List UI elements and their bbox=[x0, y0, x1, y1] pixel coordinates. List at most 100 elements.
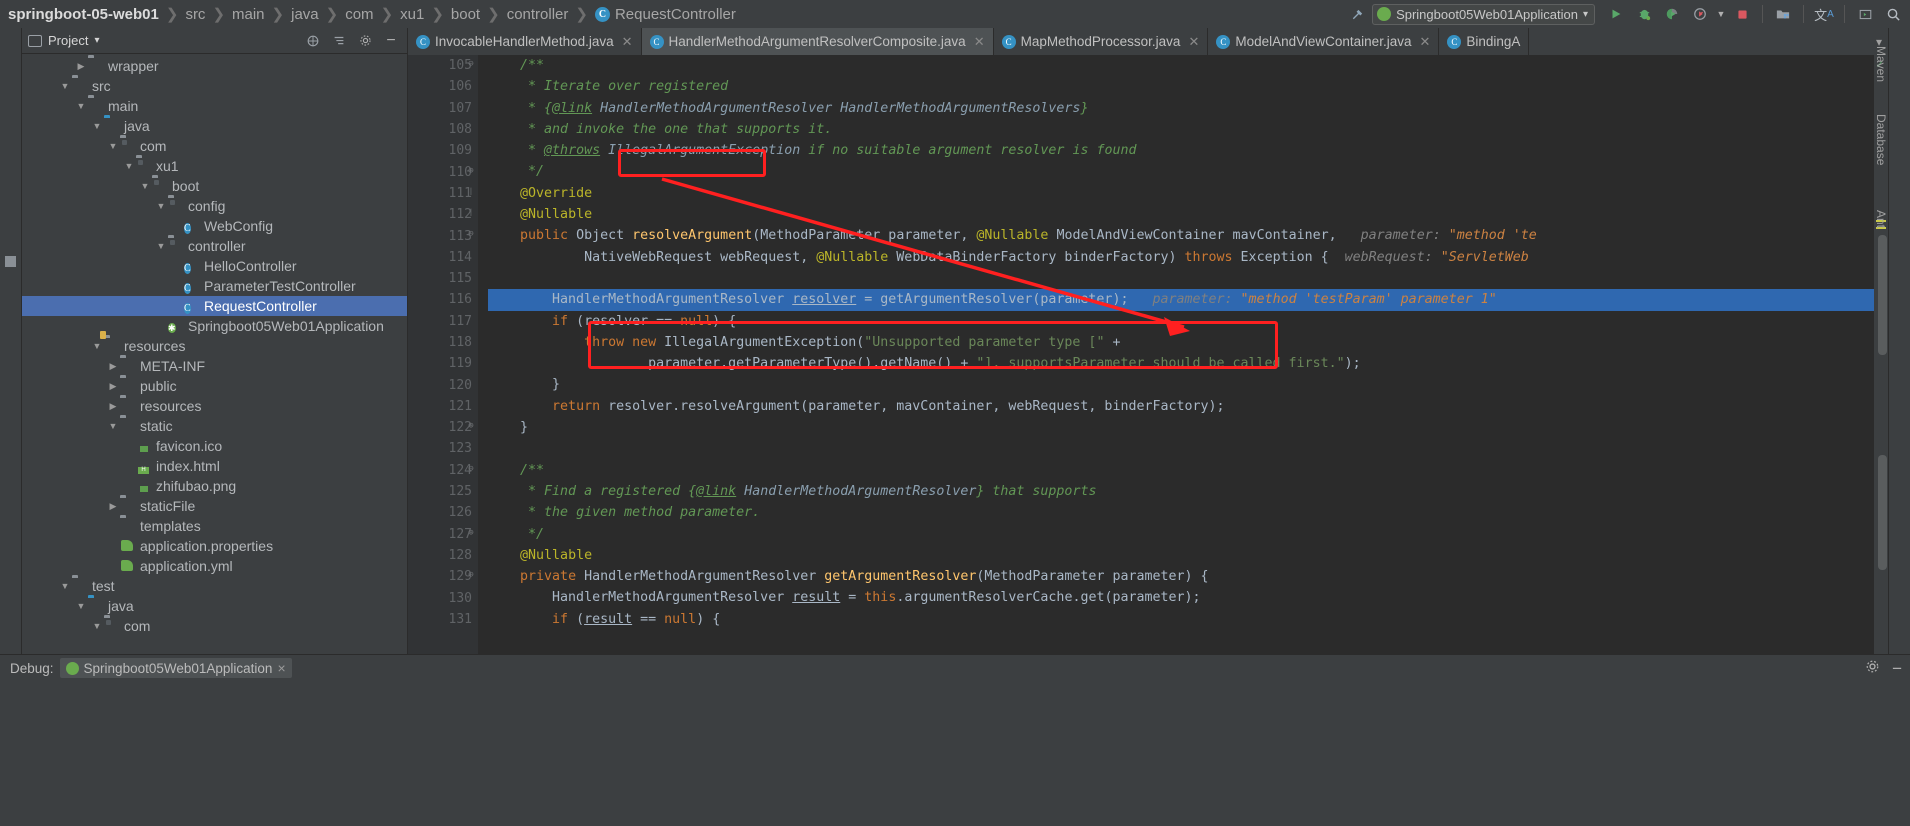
tree-item[interactable]: application.properties bbox=[22, 536, 407, 556]
chevron-right-icon[interactable]: ▶ bbox=[106, 361, 120, 372]
code-line[interactable]: parameter.getParameterType().getName() +… bbox=[488, 353, 1874, 374]
breadcrumb-item-boot[interactable]: boot bbox=[451, 6, 480, 23]
tree-item[interactable]: ▼ xu1 bbox=[22, 156, 407, 176]
tree-item[interactable]: ▶ META-INF bbox=[22, 356, 407, 376]
breadcrumb-item-springboot-05-web01[interactable]: springboot-05-web01 bbox=[8, 6, 159, 23]
chevron-down-icon[interactable]: ▼ bbox=[58, 581, 72, 591]
run-icon[interactable] bbox=[1603, 2, 1629, 26]
chevron-down-icon[interactable]: ▾ bbox=[94, 35, 99, 46]
code-line[interactable]: NativeWebRequest webRequest, @Nullable W… bbox=[488, 247, 1874, 268]
line-number[interactable]: 117 bbox=[408, 311, 478, 332]
run-with-coverage-icon[interactable] bbox=[1659, 2, 1685, 26]
code-line[interactable]: */ bbox=[488, 524, 1874, 545]
breadcrumb-item-controller[interactable]: controller bbox=[507, 6, 569, 23]
code-line[interactable]: throw new IllegalArgumentException("Unsu… bbox=[488, 332, 1874, 353]
line-number[interactable]: 126 bbox=[408, 502, 478, 523]
code-content[interactable]: /** * Iterate over registered * {@link H… bbox=[478, 55, 1874, 654]
code-line[interactable]: if (result == null) { bbox=[488, 609, 1874, 630]
line-number[interactable]: 108 bbox=[408, 119, 478, 140]
tree-item[interactable]: ▶ resources bbox=[22, 396, 407, 416]
editor-tab[interactable]: C ModelAndViewContainer.java ✕ bbox=[1208, 28, 1440, 55]
project-structure-icon[interactable] bbox=[1770, 2, 1796, 26]
tree-item[interactable]: C WebConfig bbox=[22, 216, 407, 236]
tree-item[interactable]: ▼ resources bbox=[22, 336, 407, 356]
tree-item[interactable]: ▶ wrapper bbox=[22, 56, 407, 76]
code-line[interactable]: } bbox=[488, 374, 1874, 395]
chevron-right-icon[interactable]: ▶ bbox=[74, 61, 88, 72]
line-number-gutter[interactable]: 105 ⊖ 106 107 108 109 110 ⊕ 111 ❘ 112 ❘ 113 ⊖ 114 115 11… bbox=[408, 55, 478, 654]
chevron-down-icon[interactable]: ▼ bbox=[106, 421, 120, 431]
terminal-icon[interactable] bbox=[1852, 2, 1878, 26]
breadcrumb-item-java[interactable]: java bbox=[291, 6, 319, 23]
tree-item[interactable]: C HelloController bbox=[22, 256, 407, 276]
close-icon[interactable]: × bbox=[277, 660, 285, 676]
tree-item[interactable]: ✱ Springboot05Web01Application bbox=[22, 316, 407, 336]
code-fold-icon[interactable]: ⊕ bbox=[466, 166, 476, 176]
code-line[interactable]: * @throws IllegalArgumentException if no… bbox=[488, 140, 1874, 161]
tree-item[interactable]: ▼ controller bbox=[22, 236, 407, 256]
tree-item[interactable]: ▼ java bbox=[22, 596, 407, 616]
tree-item[interactable]: index.html bbox=[22, 456, 407, 476]
run-configuration-selector[interactable]: Springboot05Web01Application ▾ bbox=[1372, 3, 1595, 25]
tree-item[interactable]: ▶ staticFile bbox=[22, 496, 407, 516]
breadcrumb-item-com[interactable]: com bbox=[345, 6, 373, 23]
chevron-down-icon[interactable]: ▼ bbox=[90, 621, 104, 631]
code-fold-icon[interactable]: ⊖ bbox=[466, 464, 476, 474]
chevron-down-icon[interactable]: ▼ bbox=[74, 601, 88, 611]
editor-tab[interactable]: C HandlerMethodArgumentResolverComposite.… bbox=[641, 28, 994, 55]
chevron-down-icon[interactable]: ▼ bbox=[154, 241, 168, 251]
line-number[interactable]: 106 bbox=[408, 76, 478, 97]
debug-icon[interactable] bbox=[1631, 2, 1657, 26]
code-line[interactable]: */ bbox=[488, 161, 1874, 182]
editor-tabs[interactable]: C InvocableHandlerMethod.java ✕ C HandlerMet… bbox=[408, 28, 1888, 55]
project-tree[interactable]: ▶ wrapper ▼ src ▼ main ▼ java ▼ com ▼ xu1 ▼ boot ▼ conf… bbox=[22, 54, 407, 654]
code-line[interactable]: public Object resolveArgument(MethodPara… bbox=[488, 225, 1874, 246]
chevron-down-icon[interactable]: ▼ bbox=[1715, 2, 1727, 26]
profiler-icon[interactable] bbox=[1687, 2, 1713, 26]
code-fold-icon[interactable]: ⊖ bbox=[466, 59, 476, 69]
code-fold-icon[interactable]: ⊕ bbox=[466, 528, 476, 538]
code-line[interactable]: * {@link HandlerMethodArgumentResolver H… bbox=[488, 98, 1874, 119]
code-line[interactable]: return resolver.resolveArgument(paramete… bbox=[488, 396, 1874, 417]
code-line[interactable]: } bbox=[488, 417, 1874, 438]
breadcrumb[interactable]: springboot-05-web01 ❯ src ❯ main ❯ java ❯ com ❯ xu… bbox=[8, 5, 569, 24]
code-fold-icon[interactable]: ❘ bbox=[466, 187, 476, 197]
chevron-down-icon[interactable]: ▼ bbox=[74, 101, 88, 111]
code-line[interactable]: HandlerMethodArgumentResolver result = t… bbox=[488, 587, 1874, 608]
search-everywhere-icon[interactable] bbox=[1880, 2, 1906, 26]
code-line[interactable] bbox=[488, 268, 1874, 289]
chevron-down-icon[interactable]: ▼ bbox=[58, 81, 72, 91]
line-number[interactable]: 116 bbox=[408, 289, 478, 310]
tree-item[interactable]: ▼ boot bbox=[22, 176, 407, 196]
editor-scrollbar-lower[interactable] bbox=[1878, 455, 1887, 570]
line-number[interactable]: 125 bbox=[408, 481, 478, 502]
minimize-icon[interactable]: − bbox=[1892, 660, 1902, 677]
translate-icon[interactable]: 文A bbox=[1811, 2, 1837, 26]
gear-icon[interactable] bbox=[355, 31, 375, 51]
code-line[interactable]: * Iterate over registered bbox=[488, 76, 1874, 97]
code-line[interactable]: @Nullable bbox=[488, 204, 1874, 225]
tree-item[interactable]: zhifubao.png bbox=[22, 476, 407, 496]
code-line[interactable]: /** bbox=[488, 55, 1874, 76]
code-line[interactable]: * and invoke the one that supports it. bbox=[488, 119, 1874, 140]
line-number[interactable]: 120 bbox=[408, 374, 478, 395]
code-line-current-execution[interactable]: HandlerMethodArgumentResolver resolver =… bbox=[488, 289, 1874, 311]
tree-item[interactable]: ▼ static bbox=[22, 416, 407, 436]
code-line[interactable]: * Find a registered {@link HandlerMethod… bbox=[488, 481, 1874, 502]
tree-item[interactable]: favicon.ico bbox=[22, 436, 407, 456]
code-line[interactable]: @Nullable bbox=[488, 545, 1874, 566]
editor-scrollbar[interactable] bbox=[1878, 235, 1887, 355]
sidebar-item-ant[interactable]: Ant bbox=[1874, 210, 1888, 228]
build-icon[interactable] bbox=[1344, 2, 1370, 26]
code-line[interactable]: if (resolver == null) { bbox=[488, 311, 1874, 332]
code-fold-icon[interactable]: ⊖ bbox=[466, 229, 476, 239]
line-number[interactable]: 128 bbox=[408, 545, 478, 566]
tree-item[interactable]: ▼ src bbox=[22, 76, 407, 96]
line-number[interactable]: 107 bbox=[408, 98, 478, 119]
stop-icon[interactable] bbox=[1729, 2, 1755, 26]
line-number[interactable]: 121 bbox=[408, 396, 478, 417]
chevron-right-icon[interactable]: ▶ bbox=[106, 501, 120, 512]
close-tab-icon[interactable]: ✕ bbox=[1419, 34, 1430, 50]
chevron-right-icon[interactable]: ▶ bbox=[106, 401, 120, 412]
chevron-down-icon[interactable]: ▼ bbox=[90, 341, 104, 351]
